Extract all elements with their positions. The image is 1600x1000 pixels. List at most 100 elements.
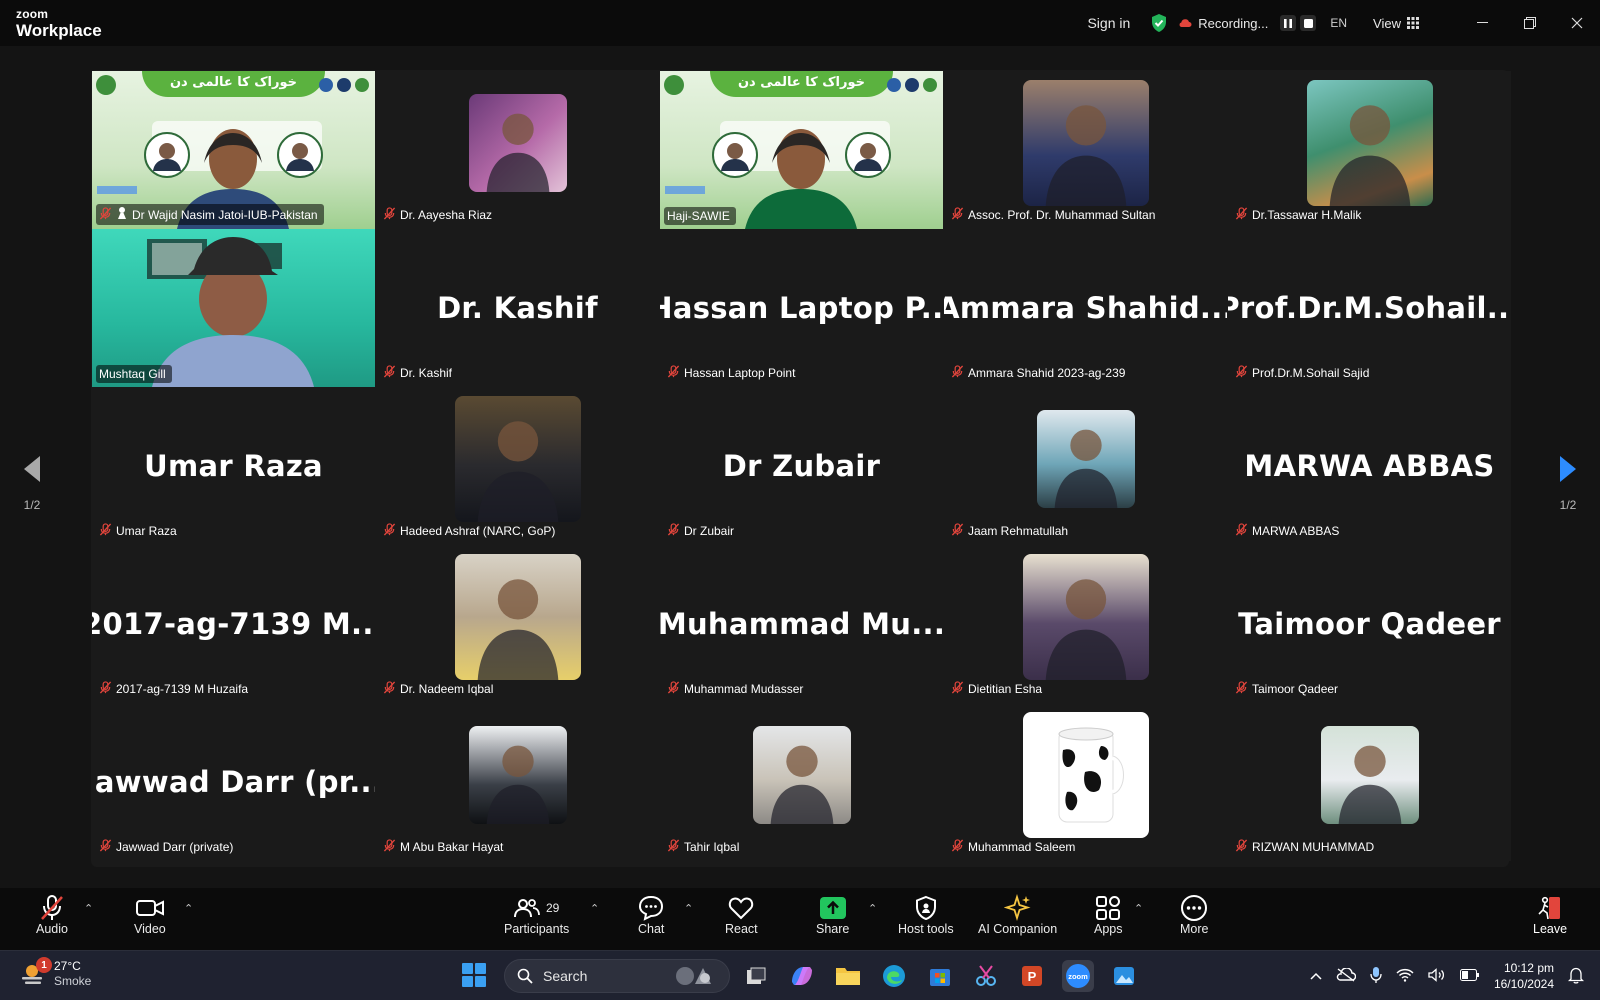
previous-page-button[interactable]: 1/2 [14, 454, 50, 512]
participant-tile[interactable]: Ammara Shahid... Ammara Shahid 2023-ag-23… [944, 229, 1227, 387]
participant-tile[interactable]: Tahir Iqbal [660, 703, 943, 861]
participant-tile[interactable]: Muhammad Saleem [944, 703, 1227, 861]
snipping-tool-icon[interactable] [970, 960, 1002, 992]
video-button[interactable]: Video [134, 894, 166, 936]
host-tools-label: Host tools [898, 922, 954, 936]
participant-tile[interactable]: Hassan Laptop P... Hassan Laptop Point [660, 229, 943, 387]
task-view-icon[interactable] [740, 960, 772, 992]
stop-recording-icon[interactable] [1300, 15, 1317, 31]
wifi-icon[interactable] [1396, 968, 1414, 985]
pause-recording-icon[interactable] [1280, 15, 1297, 31]
microphone-muted-icon [383, 365, 396, 381]
participant-name: RIZWAN MUHAMMAD [1252, 840, 1375, 854]
weather-widget[interactable]: 1 27°C Smoke [20, 957, 92, 989]
notification-bell-icon[interactable] [1567, 966, 1585, 987]
search-highlight-icon [676, 967, 711, 985]
participant-avatar [454, 554, 581, 680]
meeting-toolbar: Audio ⌃ Video ⌃ 29 Participants ⌃ Chat ⌃… [0, 888, 1600, 950]
audio-button[interactable]: Audio [36, 894, 68, 936]
microphone-tray-icon[interactable] [1370, 966, 1382, 987]
volume-icon[interactable] [1428, 967, 1446, 985]
participant-tile[interactable]: Dietitian Esha [944, 545, 1227, 703]
microsoft-store-icon[interactable] [924, 960, 956, 992]
participant-name-label: M Abu Bakar Hayat [380, 837, 509, 857]
battery-icon[interactable] [1459, 968, 1480, 984]
ai-companion-label: AI Companion [978, 922, 1058, 936]
restore-icon[interactable] [1506, 0, 1553, 46]
file-explorer-icon[interactable] [832, 960, 864, 992]
react-button[interactable]: React [725, 894, 758, 936]
participant-tile[interactable]: Jaam Rehmatullah [944, 387, 1227, 545]
onedrive-offline-icon[interactable] [1336, 966, 1357, 985]
participant-tile[interactable]: Muhammad Mu... Muhammad Mudasser [660, 545, 943, 703]
participant-name-label: Dr Wajid Nasim Jatoi-IUB-Pakistan [96, 204, 324, 225]
edge-browser-icon[interactable] [878, 960, 910, 992]
weather-description: Smoke [54, 974, 92, 988]
participant-name: Mushtaq Gill [99, 367, 166, 381]
participant-tile[interactable]: Mushtaq Gill [92, 229, 375, 387]
chat-button[interactable]: Chat [638, 894, 664, 936]
react-label: React [725, 922, 758, 936]
participant-tile[interactable]: خوراک کا عالمی دن Dr Wajid Nasim Jatoi-IU… [92, 71, 375, 229]
show-hidden-icons-chevron-icon[interactable] [1310, 969, 1322, 983]
video-options-caret-icon[interactable]: ⌃ [184, 902, 193, 915]
encryption-shield-icon[interactable] [1150, 13, 1168, 33]
participant-name-label: RIZWAN MUHAMMAD [1232, 837, 1380, 857]
close-icon[interactable] [1553, 0, 1600, 46]
participant-tile[interactable]: خوراک کا عالمی دن Haji-SAWIE [660, 71, 943, 229]
participant-tile[interactable]: Prof.Dr.M.Sohail... Prof.Dr.M.Sohail Saji… [1228, 229, 1511, 387]
participant-tile[interactable]: Dr. Kashif Dr. Kashif [376, 229, 659, 387]
participant-tile[interactable]: M Abu Bakar Hayat [376, 703, 659, 861]
participant-name-label: Assoc. Prof. Dr. Muhammad Sultan [948, 205, 1161, 225]
participant-name: Ammara Shahid 2023-ag-239 [968, 366, 1126, 380]
more-button[interactable]: More [1180, 894, 1208, 936]
participant-tile[interactable]: RIZWAN MUHAMMAD [1228, 703, 1511, 861]
audio-options-caret-icon[interactable]: ⌃ [84, 902, 93, 915]
participant-tile[interactable]: Taimoor Qadeer Taimoor Qadeer [1228, 545, 1511, 703]
participant-tile[interactable]: 2017-ag-7139 M... 2017-ag-7139 M Huzaifa [92, 545, 375, 703]
powerpoint-icon[interactable]: P [1016, 960, 1048, 992]
participant-name: Umar Raza [116, 524, 177, 538]
ai-companion-button[interactable]: AI Companion [978, 894, 1057, 936]
participant-tile[interactable]: Dr. Nadeem Iqbal [376, 545, 659, 703]
sign-in-button[interactable]: Sign in [1087, 15, 1130, 31]
participant-tile[interactable]: Dr.Tassawar H.Malik [1228, 71, 1511, 229]
participants-options-caret-icon[interactable]: ⌃ [590, 902, 599, 915]
participant-tile[interactable]: Dr. Aayesha Riaz [376, 71, 659, 229]
participant-name-label: Muhammad Mudasser [664, 679, 809, 699]
windows-start-icon[interactable] [462, 963, 486, 992]
microphone-muted-icon [951, 207, 964, 223]
taskbar-search-box[interactable]: Search [504, 959, 730, 993]
photos-app-icon[interactable] [1108, 960, 1140, 992]
minimize-icon[interactable] [1459, 0, 1506, 46]
participant-tile[interactable]: MARWA ABBAS MARWA ABBAS [1228, 387, 1511, 545]
microphone-muted-icon [99, 206, 112, 223]
participant-tile[interactable]: Dr Zubair Dr Zubair [660, 387, 943, 545]
apps-options-caret-icon[interactable]: ⌃ [1134, 902, 1143, 915]
participant-tile[interactable]: Assoc. Prof. Dr. Muhammad Sultan [944, 71, 1227, 229]
participant-name: Dr. Aayesha Riaz [400, 208, 493, 222]
participant-tile[interactable]: Umar Raza Umar Raza [92, 387, 375, 545]
participants-button[interactable]: 29 Participants [504, 894, 569, 936]
participant-tile[interactable]: Jawwad Darr (pr... Jawwad Darr (private) [92, 703, 375, 861]
clock[interactable]: 10:12 pm 16/10/2024 [1494, 960, 1554, 992]
view-button[interactable]: View [1373, 16, 1419, 31]
host-tools-button[interactable]: Host tools [898, 894, 954, 936]
apps-button[interactable]: Apps [1094, 894, 1123, 936]
recording-indicator[interactable]: Recording... [1178, 16, 1268, 31]
participant-avatar [454, 396, 581, 522]
next-page-button[interactable]: 1/2 [1550, 454, 1586, 512]
copilot-icon[interactable] [786, 960, 818, 992]
share-button[interactable]: Share [816, 894, 849, 936]
participant-name-label: Hadeed Ashraf (NARC, GoP) [380, 521, 561, 541]
microphone-muted-icon [1235, 681, 1248, 697]
chat-bubble-icon [639, 895, 664, 921]
chat-options-caret-icon[interactable]: ⌃ [684, 902, 693, 915]
language-indicator[interactable]: EN [1330, 16, 1347, 30]
zoom-app-icon[interactable]: zoom [1062, 960, 1094, 992]
participant-tile[interactable]: Hadeed Ashraf (NARC, GoP) [376, 387, 659, 545]
chevron-right-icon [1560, 456, 1576, 482]
leave-button[interactable]: Leave [1533, 894, 1567, 936]
participant-avatar [468, 94, 567, 192]
share-options-caret-icon[interactable]: ⌃ [868, 902, 877, 915]
